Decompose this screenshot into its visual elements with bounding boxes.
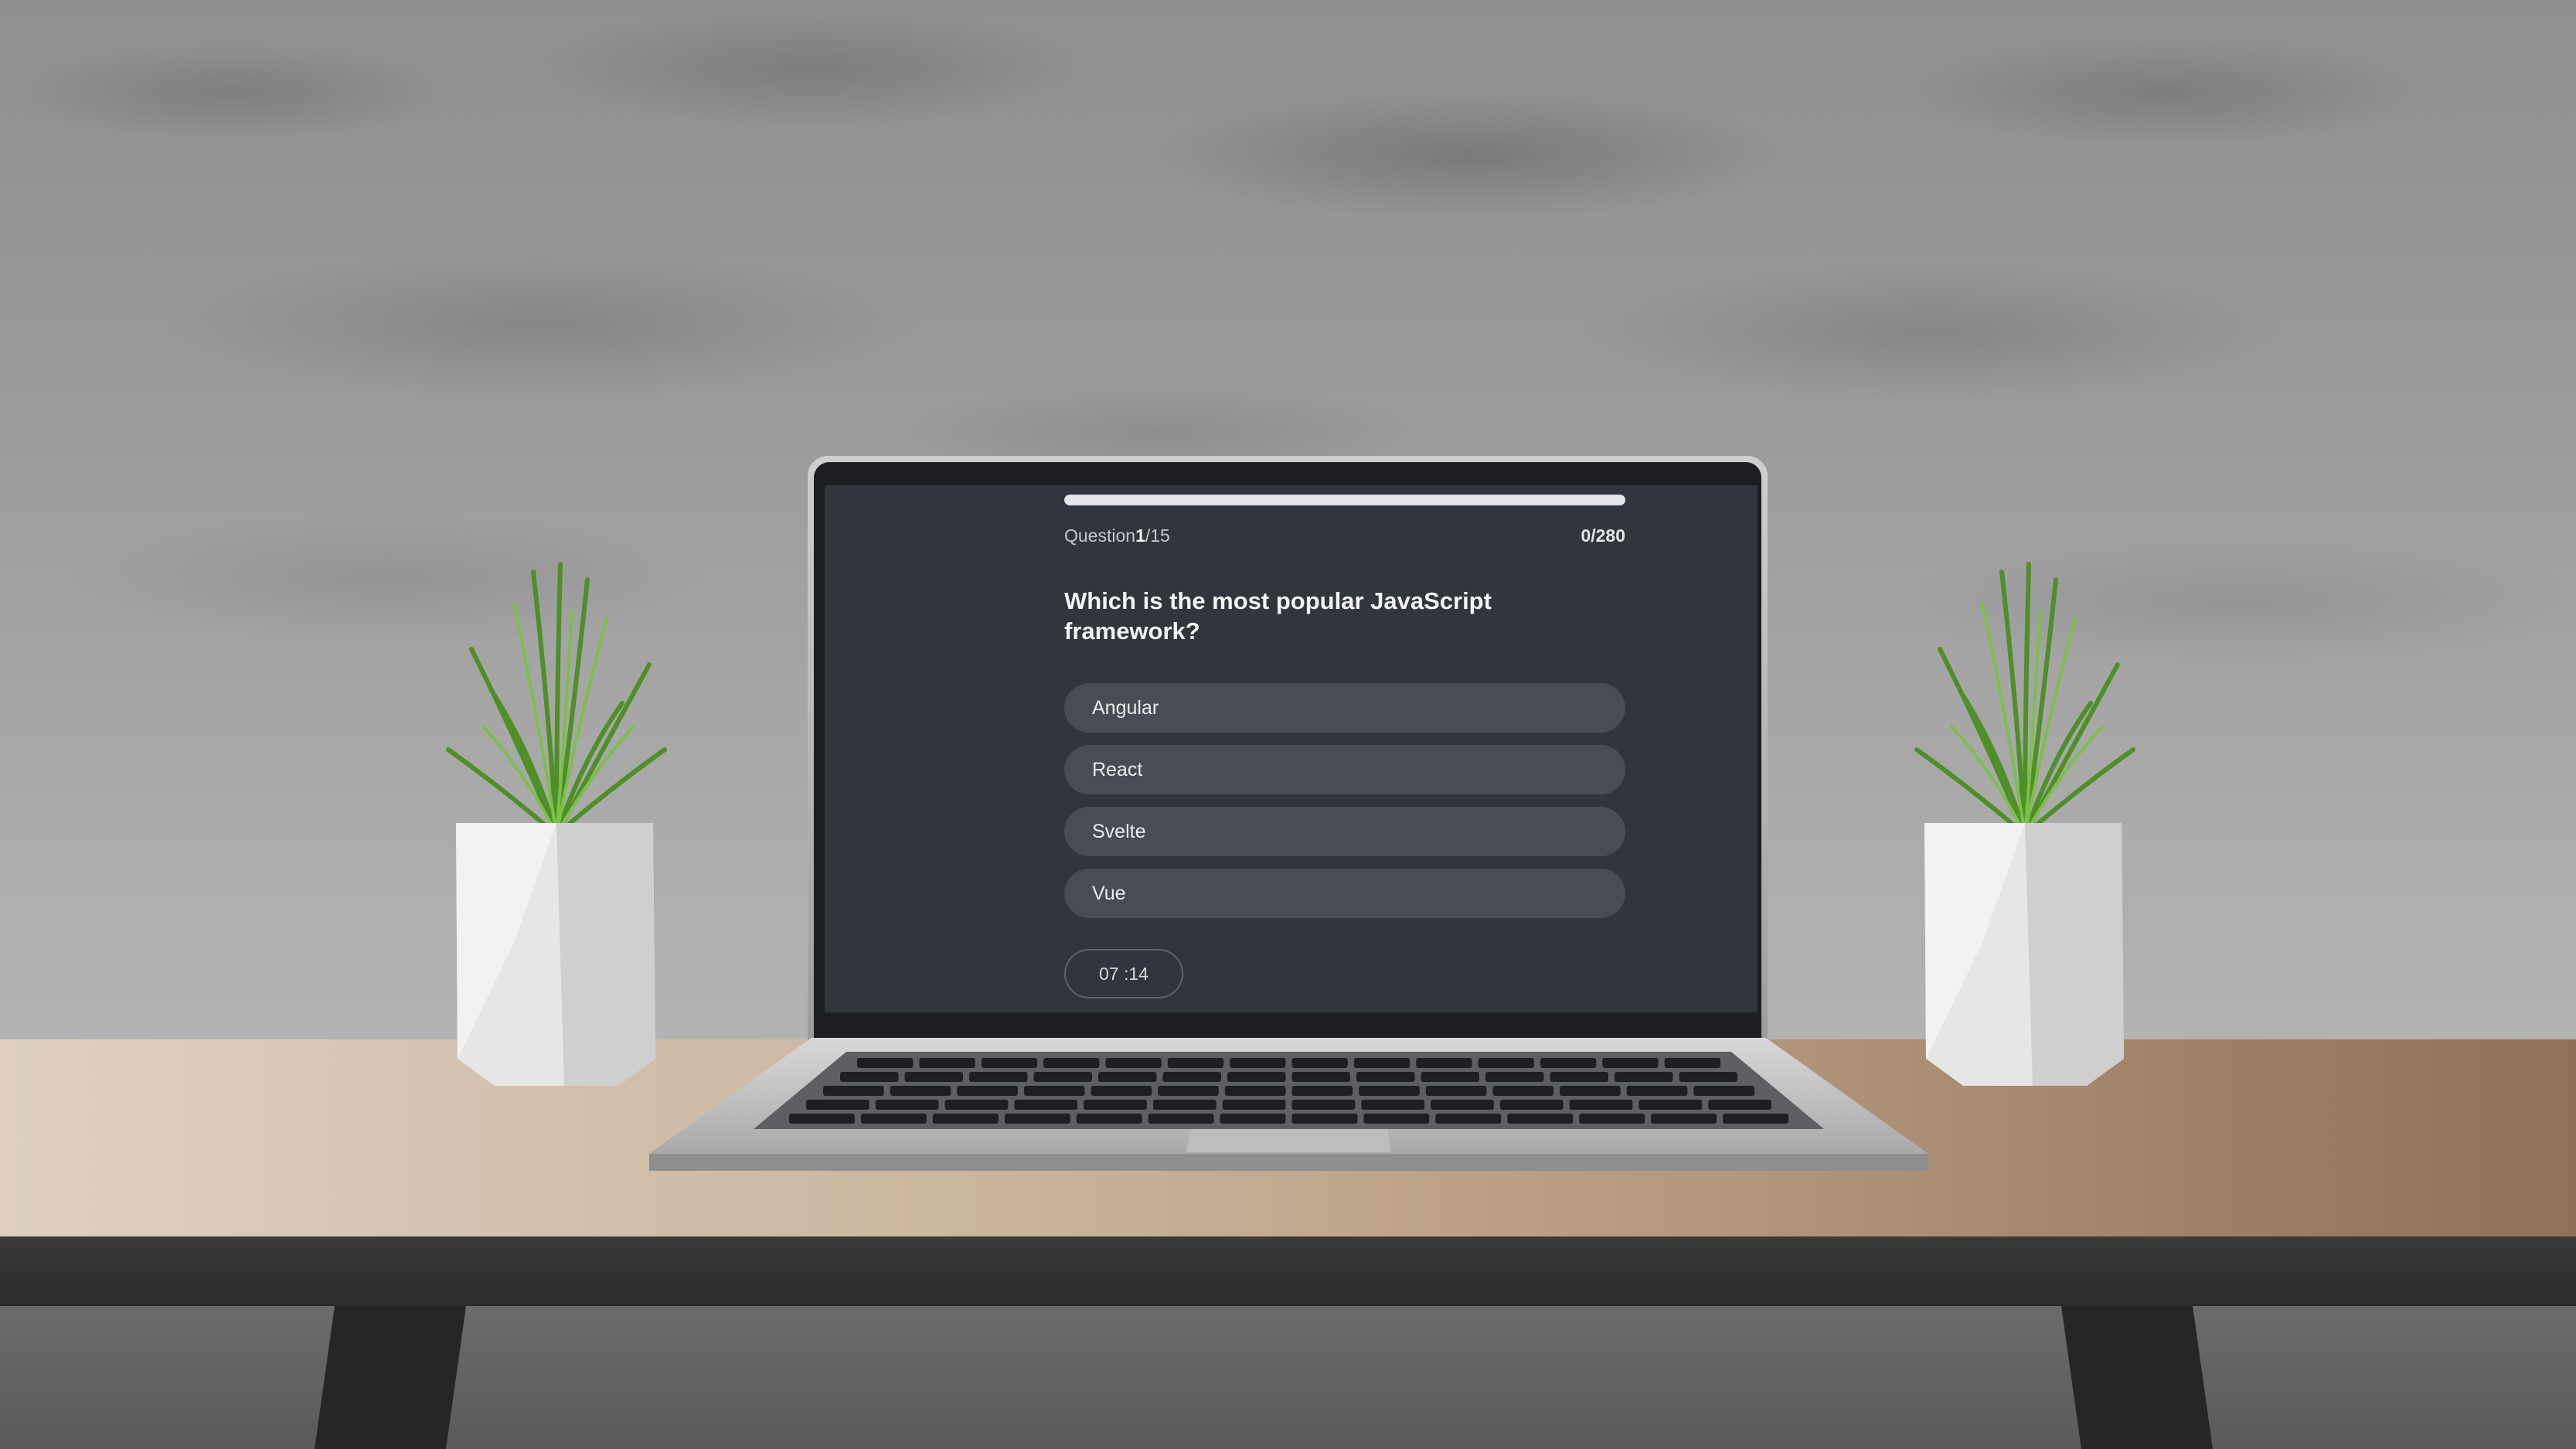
keyboard-key[interactable] (981, 1058, 1038, 1068)
keyboard-key[interactable] (1084, 1100, 1147, 1110)
keyboard-key[interactable] (932, 1114, 999, 1124)
keyboard-key[interactable] (1353, 1058, 1411, 1068)
progress-bar-fill (1064, 495, 1625, 505)
keyboard-key[interactable] (1043, 1058, 1100, 1068)
keyboard-key[interactable] (1363, 1114, 1430, 1124)
keyboard-key[interactable] (1291, 1086, 1353, 1096)
keyboard-key[interactable] (1664, 1058, 1720, 1068)
keyboard-key[interactable] (1148, 1114, 1214, 1124)
keyboard-key[interactable] (875, 1100, 939, 1110)
keyboard-key[interactable] (1291, 1114, 1358, 1124)
keyboard-key[interactable] (1492, 1086, 1554, 1096)
keyboard-key[interactable] (1425, 1086, 1487, 1096)
trackpad[interactable] (1186, 1129, 1391, 1152)
answer-option-vue[interactable]: Vue (1064, 869, 1625, 918)
keyboard-key[interactable] (1416, 1058, 1472, 1068)
keyboard-key[interactable] (1162, 1072, 1222, 1082)
keyboard-key[interactable] (969, 1072, 1028, 1082)
laptop-screen: Question1/15 0/280 Which is the most pop… (825, 485, 1758, 1012)
score-display: 0/280 (1581, 526, 1625, 546)
keyboard-key[interactable] (890, 1086, 951, 1096)
plant-pot-right (1909, 556, 2141, 1090)
keyboard-key[interactable] (1014, 1100, 1078, 1110)
keyboard-key[interactable] (1708, 1100, 1771, 1110)
question-counter-current: 1 (1135, 526, 1145, 546)
keyboard-key[interactable] (1615, 1072, 1673, 1082)
keyboard-key[interactable] (1550, 1072, 1609, 1082)
question-counter-total: /15 (1145, 526, 1170, 546)
desk-leg-left (314, 1306, 466, 1449)
keyboard-key[interactable] (1560, 1086, 1621, 1096)
desk-edge (0, 1236, 2576, 1306)
keyboard-key[interactable] (1152, 1100, 1217, 1110)
keyboard-key[interactable] (1222, 1100, 1286, 1110)
keyboard-key[interactable] (1499, 1100, 1564, 1110)
keyboard-key[interactable] (1105, 1058, 1162, 1068)
keyboard-key[interactable] (806, 1100, 869, 1110)
answer-options: Angular React Svelte Vue (1064, 683, 1625, 930)
keyboard-key[interactable] (1220, 1114, 1286, 1124)
question-text: Which is the most popular JavaScript fra… (1064, 587, 1492, 645)
keyboard-key[interactable] (1435, 1114, 1502, 1124)
keyboard-key[interactable] (1291, 1100, 1356, 1110)
question-counter-label: Question (1064, 526, 1136, 546)
keyboard-key[interactable] (1431, 1100, 1494, 1110)
keyboard-key[interactable] (957, 1086, 1018, 1096)
question-counter: Question1/15 (1064, 526, 1170, 546)
keyboard-key[interactable] (1356, 1072, 1415, 1082)
keyboard-key[interactable] (1098, 1072, 1157, 1082)
keyboard-key[interactable] (1723, 1114, 1788, 1124)
plant-pot-left (441, 556, 672, 1090)
desk-leg-right (2061, 1306, 2213, 1449)
answer-option-angular[interactable]: Angular (1064, 683, 1625, 733)
keyboard-key[interactable] (1227, 1072, 1286, 1082)
keyboard-key[interactable] (1023, 1086, 1085, 1096)
keyboard-key[interactable] (840, 1072, 899, 1082)
keyboard-key[interactable] (1361, 1100, 1425, 1110)
keyboard-key[interactable] (1679, 1072, 1738, 1082)
keyboard-key[interactable] (1579, 1114, 1645, 1124)
keyboard-key[interactable] (1693, 1086, 1754, 1096)
keyboard-key[interactable] (1651, 1114, 1717, 1124)
keyboard-key[interactable] (1569, 1100, 1633, 1110)
answer-option-svelte[interactable]: Svelte (1064, 807, 1625, 856)
keyboard-key[interactable] (1091, 1086, 1152, 1096)
laptop-base (649, 1038, 1928, 1177)
keyboard-key[interactable] (823, 1086, 884, 1096)
keyboard-key[interactable] (789, 1114, 855, 1124)
keyboard-key[interactable] (1421, 1072, 1480, 1082)
keyboard-key[interactable] (1158, 1086, 1219, 1096)
countdown-timer: 07 :14 (1064, 949, 1183, 998)
keyboard-key[interactable] (1478, 1058, 1534, 1068)
keyboard-key[interactable] (860, 1114, 927, 1124)
keyboard-key[interactable] (1033, 1072, 1093, 1082)
keyboard-key[interactable] (1359, 1086, 1420, 1096)
keyboard-key[interactable] (1540, 1058, 1597, 1068)
keyboard-key[interactable] (1485, 1072, 1544, 1082)
keyboard-key[interactable] (1291, 1058, 1348, 1068)
keyboard-key[interactable] (1626, 1086, 1688, 1096)
keyboard-key[interactable] (1507, 1114, 1574, 1124)
keyboard-key[interactable] (1167, 1058, 1224, 1068)
answer-option-react[interactable]: React (1064, 745, 1625, 794)
keyboard-key[interactable] (1230, 1058, 1286, 1068)
keyboard-key[interactable] (1076, 1114, 1142, 1124)
keyboard-key[interactable] (1224, 1086, 1286, 1096)
keyboard-key[interactable] (857, 1058, 914, 1068)
keyboard-key[interactable] (1602, 1058, 1659, 1068)
keyboard-key[interactable] (944, 1100, 1009, 1110)
keyboard-key[interactable] (1291, 1072, 1351, 1082)
progress-bar (1064, 495, 1625, 505)
keyboard-key[interactable] (1638, 1100, 1703, 1110)
keyboard-key[interactable] (919, 1058, 975, 1068)
keyboard-key[interactable] (904, 1072, 964, 1082)
keyboard-key[interactable] (1004, 1114, 1070, 1124)
